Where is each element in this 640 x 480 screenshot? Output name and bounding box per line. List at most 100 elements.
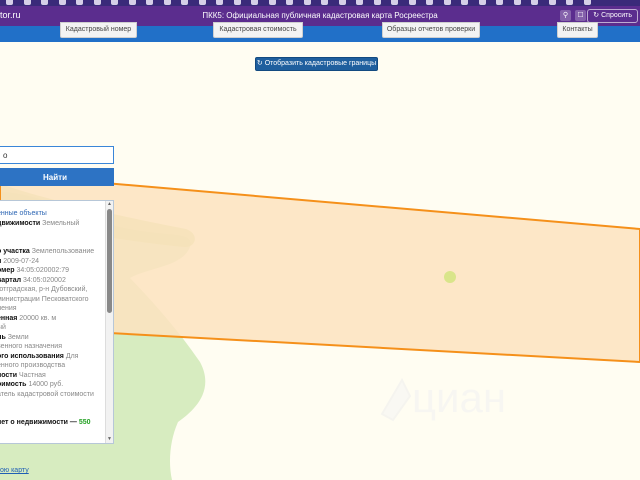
browser-tab[interactable] — [496, 0, 503, 5]
browser-tab[interactable] — [321, 0, 328, 5]
browser-tab[interactable] — [216, 0, 223, 5]
info-value: 20000 кв. м — [19, 314, 57, 322]
info-value: ления — [0, 305, 17, 312]
info-value: Частная — [19, 371, 46, 379]
browser-tab[interactable] — [128, 0, 136, 5]
object-info-panel[interactable]: енные объекты движимости Земельный о учас… — [0, 200, 114, 444]
info-line — [0, 228, 105, 238]
info-label: о участка — [0, 248, 30, 255]
report-price[interactable]: 550 — [79, 419, 91, 426]
info-label: ности — [0, 371, 18, 379]
nav-report-samples[interactable]: Образцы отчетов проверки — [382, 22, 480, 38]
browser-tab[interactable] — [461, 0, 468, 5]
browser-tab[interactable] — [111, 0, 118, 5]
info-label: движимости — [0, 219, 41, 227]
browser-tab[interactable] — [426, 0, 433, 5]
info-line: енная 20000 кв. м — [0, 314, 105, 324]
info-label: енная — [0, 314, 18, 322]
info-line: и 2009-07-24 — [0, 257, 105, 267]
nav-cadastral-number[interactable]: Кадастровый номер — [60, 22, 137, 38]
find-button[interactable]: Найти — [0, 168, 114, 186]
info-line: ый — [0, 323, 105, 333]
title-icons: ⚲ ☐ — [560, 10, 586, 21]
nav-contacts[interactable]: Контакты — [557, 22, 598, 38]
info-line: ления — [0, 304, 105, 314]
info-value: ый — [0, 324, 6, 331]
browser-tab[interactable] — [566, 0, 573, 5]
browser-tab[interactable] — [391, 0, 398, 5]
info-value: 34:05:020002 — [23, 276, 66, 284]
browser-tab[interactable] — [41, 0, 48, 5]
info-line — [0, 409, 105, 419]
browser-tab[interactable] — [286, 0, 293, 5]
info-label: и — [0, 258, 1, 265]
scroll-thumb[interactable] — [107, 209, 112, 313]
info-line: оимость 14000 руб. — [0, 380, 105, 390]
search-input[interactable] — [0, 146, 114, 164]
browser-tab[interactable] — [513, 0, 521, 5]
browser-tab[interactable] — [478, 0, 486, 5]
info-line: готградская, р-н Дубовский, — [0, 285, 105, 295]
browser-tab[interactable] — [6, 0, 13, 5]
browser-tab[interactable] — [548, 0, 556, 5]
info-label: нет о недвижимости — — [0, 419, 77, 426]
scroll-down-icon[interactable]: ▼ — [106, 436, 113, 443]
refresh-icon: ↻ — [256, 60, 263, 67]
info-value: 14000 руб. — [28, 381, 64, 388]
cian-logo-icon — [380, 377, 412, 422]
browser-tab[interactable] — [93, 0, 101, 5]
browser-tab[interactable] — [251, 0, 258, 5]
ask-button-label: Спросить — [601, 12, 632, 19]
browser-tab[interactable] — [583, 0, 591, 5]
browser-tab[interactable] — [23, 0, 31, 5]
browser-tab[interactable] — [163, 0, 171, 5]
info-line: движимости Земельный — [0, 219, 105, 229]
info-scrollbar[interactable]: ▲ ▼ — [105, 201, 113, 443]
info-value: Земельный — [42, 219, 80, 227]
info-value: Для — [65, 352, 79, 360]
browser-tab[interactable] — [373, 0, 381, 5]
info-line: о участка Землепользование — [0, 247, 105, 257]
scroll-up-icon[interactable]: ▲ — [106, 201, 113, 208]
info-value: венного назначения — [0, 343, 62, 350]
info-line: венного назначения — [0, 342, 105, 352]
bookmark-icon[interactable]: ☐ — [575, 10, 586, 21]
browser-tab[interactable] — [443, 0, 451, 5]
browser-tab[interactable] — [408, 0, 416, 5]
site-nav-bar: Кадастровый номер Кадастровая стоимость … — [0, 22, 640, 42]
info-value: енного производства — [0, 362, 66, 369]
info-label: омер — [0, 267, 15, 274]
parcel-center-marker[interactable] — [444, 271, 456, 283]
browser-tab[interactable] — [356, 0, 363, 5]
info-label: оимость — [0, 381, 27, 388]
browser-tab[interactable] — [146, 0, 153, 5]
browser-tab[interactable] — [268, 0, 276, 5]
info-content: енные объекты движимости Земельный о учас… — [0, 209, 105, 428]
refresh-icon: ↻ — [593, 12, 600, 19]
browser-tab[interactable] — [58, 0, 66, 5]
info-section-title[interactable]: енные объекты — [0, 210, 47, 217]
info-label: ль — [0, 333, 6, 341]
ask-button[interactable]: ↻ Спросить — [587, 9, 638, 23]
info-value: атель кадастровой стоимости — [0, 390, 94, 398]
browser-tab[interactable] — [76, 0, 83, 5]
info-line — [0, 238, 105, 248]
browser-tab[interactable] — [338, 0, 346, 5]
info-line: енного производства — [0, 361, 105, 371]
info-line: вартал 34:05:020002 — [0, 276, 105, 286]
browser-tab[interactable] — [198, 0, 206, 5]
info-value: Землепользование — [31, 248, 95, 255]
info-line: министрации Песковатского — [0, 295, 105, 305]
browser-tab[interactable] — [181, 0, 188, 5]
watermark-text: циан — [412, 374, 506, 421]
nav-cadastral-value[interactable]: Кадастровая стоимость — [213, 22, 303, 38]
info-line: омер 34:05:020002:79 — [0, 266, 105, 276]
map-link[interactable]: ою карту — [0, 467, 29, 474]
browser-tab[interactable] — [303, 0, 311, 5]
browser-tab[interactable] — [233, 0, 241, 5]
info-line: ль Земли — [0, 333, 105, 343]
browser-tab[interactable] — [531, 0, 538, 5]
location-pin-icon[interactable]: ⚲ — [560, 10, 571, 21]
show-boundaries-button[interactable]: ↻ Отобразить кадастровые границы — [255, 57, 378, 71]
info-line: атель кадастровой стоимости — [0, 390, 105, 400]
